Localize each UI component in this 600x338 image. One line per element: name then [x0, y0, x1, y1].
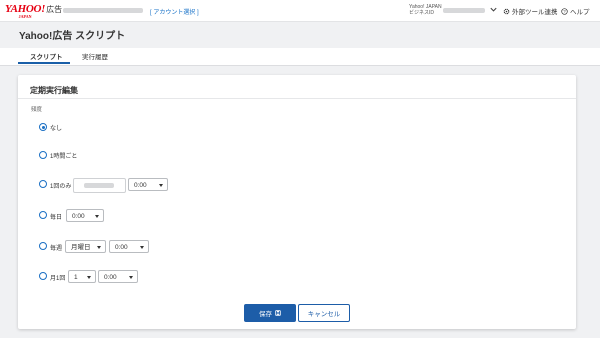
radio-label-weekly: 毎週: [50, 246, 63, 252]
daily-time-value: 0:00: [72, 213, 85, 220]
dropdown-arrow-icon: [97, 246, 101, 249]
monthly-time-value: 0:00: [104, 274, 117, 281]
svg-text:?: ?: [563, 9, 566, 14]
business-id-label: Yahoo! JAPAN ビジネスID: [409, 4, 442, 16]
help-label: ヘルプ: [570, 9, 590, 16]
tab-bar: スクリプト 実行履歴: [0, 48, 600, 66]
yahoo-ads-logo[interactable]: YAHOO! JAPAN 広告: [5, 4, 63, 19]
save-button[interactable]: 保存: [244, 304, 296, 322]
weekly-time-value: 0:00: [115, 244, 128, 251]
gear-icon: [503, 8, 510, 14]
radio-monthly[interactable]: [39, 272, 47, 280]
dropdown-arrow-icon: [159, 184, 163, 187]
monthly-day-select[interactable]: 1: [68, 270, 96, 283]
radio-label-monthly: 月1回: [50, 276, 66, 282]
frequency-label: 頻度: [31, 107, 43, 113]
card-title: 定期実行編集: [30, 86, 78, 95]
radio-daily[interactable]: [39, 211, 47, 219]
radio-weekly[interactable]: [39, 242, 47, 250]
page-title: Yahoo!広告 スクリプト: [19, 31, 126, 42]
once-date-input[interactable]: [73, 178, 126, 193]
card-divider: [18, 98, 576, 99]
account-select-link[interactable]: [ アカウント選択 ]: [150, 7, 199, 16]
logo-suffix-text: 広告: [46, 5, 63, 14]
business-id-line2: ビジネスID: [409, 10, 435, 16]
radio-once[interactable]: [39, 180, 47, 188]
save-icon: [275, 310, 281, 316]
tab-script[interactable]: スクリプト: [30, 51, 63, 61]
monthly-time-select[interactable]: 0:00: [98, 270, 138, 283]
daily-time-select[interactable]: 0:00: [66, 209, 104, 222]
cancel-button[interactable]: キャンセル: [298, 304, 350, 322]
weekly-time-select[interactable]: 0:00: [109, 240, 149, 253]
dropdown-arrow-icon: [95, 215, 99, 218]
weekly-weekday-select[interactable]: 月曜日: [65, 240, 106, 253]
dropdown-arrow-icon: [129, 276, 133, 279]
cancel-button-label: キャンセル: [307, 311, 341, 318]
help-circle-icon: ?: [561, 7, 568, 15]
radio-none[interactable]: [39, 123, 47, 131]
radio-label-once: 1回のみ: [50, 184, 72, 190]
account-name-redacted: [63, 8, 143, 13]
once-time-value: 0:00: [134, 182, 147, 189]
tab-execution-history[interactable]: 実行履歴: [82, 51, 108, 61]
schedule-edit-card: 定期実行編集 頻度 なし 1時間ごと 1回のみ 0:00 毎日 0:00 毎週 …: [18, 75, 576, 329]
radio-label-hourly: 1時間ごと: [50, 154, 78, 160]
once-date-redacted: [84, 183, 114, 188]
radio-label-daily: 毎日: [50, 215, 63, 221]
save-button-label: 保存: [259, 311, 272, 318]
monthly-day-value: 1: [74, 274, 78, 281]
once-time-select[interactable]: 0:00: [128, 178, 168, 191]
logo-sub-text: JAPAN: [18, 14, 32, 19]
dropdown-arrow-icon: [140, 246, 144, 249]
radio-label-none: なし: [50, 126, 63, 132]
external-tools-label: 外部ツール連携: [512, 9, 558, 16]
business-id-redacted: [443, 8, 485, 13]
active-tab-indicator: [18, 62, 70, 64]
help-link[interactable]: ? ヘルプ: [561, 6, 590, 16]
logo-mark: YAHOO! JAPAN: [5, 4, 45, 19]
chevron-down-icon[interactable]: [489, 5, 498, 14]
dropdown-arrow-icon: [87, 276, 91, 279]
radio-hourly[interactable]: [39, 151, 47, 159]
top-bar: YAHOO! JAPAN 広告 [ アカウント選択 ] Yahoo! JAPAN…: [0, 0, 600, 22]
external-tools-link[interactable]: 外部ツール連携: [503, 6, 558, 16]
weekly-weekday-value: 月曜日: [71, 244, 91, 251]
